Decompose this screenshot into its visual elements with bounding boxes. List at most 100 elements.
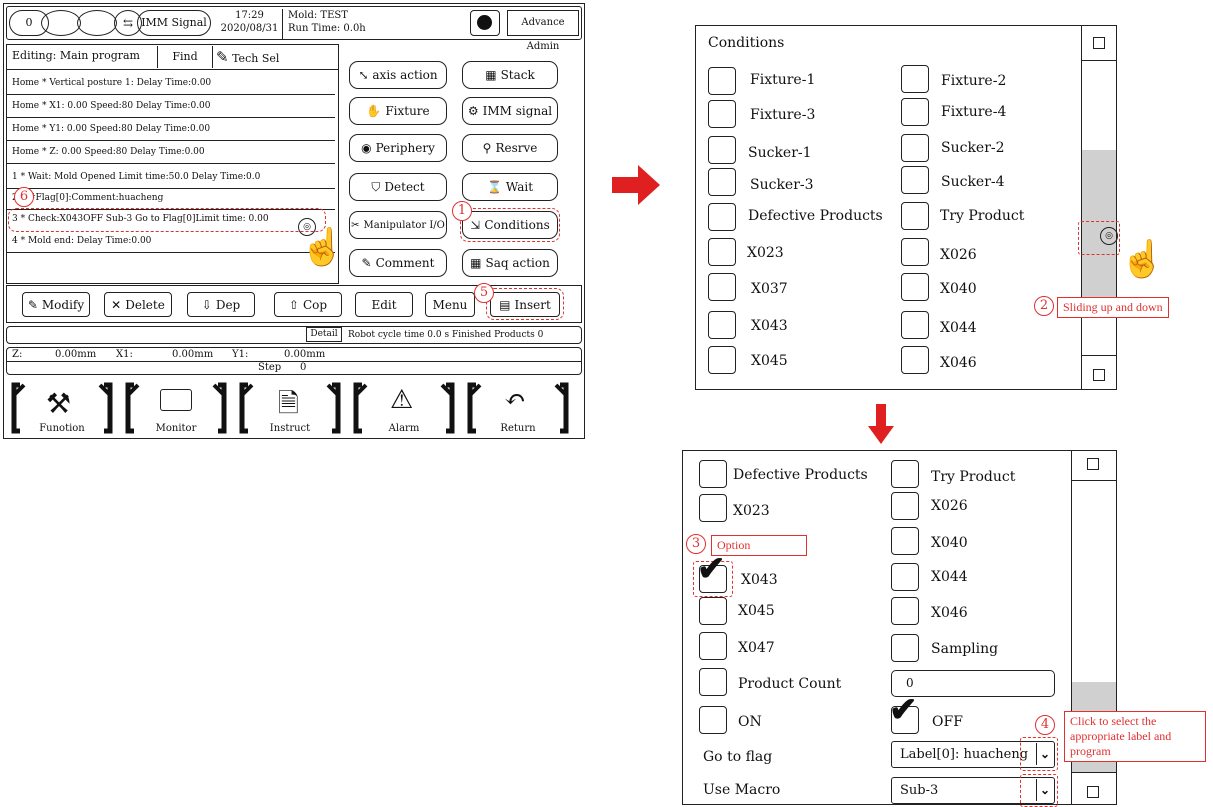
program-row[interactable]: Home * Z: 0.00 Speed:80 Delay Time:0.00 xyxy=(6,141,335,164)
alarm-button[interactable]: ⚠ Alarm xyxy=(352,381,456,436)
checkbox-label: X040 xyxy=(931,535,968,551)
delete-label: Delete xyxy=(125,297,165,312)
go-to-flag-label: Go to flag xyxy=(703,749,773,765)
manipulator-io-label: Manipulator I/O xyxy=(363,219,445,231)
checkbox[interactable] xyxy=(891,597,919,625)
imm-signal-button[interactable]: IMM Signal xyxy=(137,10,211,36)
checkbox[interactable] xyxy=(891,634,919,662)
checkbox[interactable] xyxy=(891,527,919,555)
record-button[interactable] xyxy=(470,10,500,36)
detect-button[interactable]: ⛉ Detect xyxy=(349,173,447,201)
wait-label: Wait xyxy=(505,180,534,194)
return-button[interactable]: ↶ Return xyxy=(466,381,570,436)
delete-button[interactable]: ✕ Delete xyxy=(104,292,172,317)
checkbox-label: Fixture-4 xyxy=(941,104,1007,120)
checkbox[interactable] xyxy=(708,346,736,374)
checkbox[interactable] xyxy=(699,460,727,488)
step-label: Step xyxy=(258,362,282,373)
program-row[interactable]: 2 * #Flag[0]:Comment:huacheng xyxy=(6,187,335,210)
checkbox[interactable] xyxy=(699,494,727,522)
detect-label: Detect xyxy=(384,180,425,194)
arrow-right-icon xyxy=(612,165,660,205)
detail-button[interactable]: Detail xyxy=(306,327,342,342)
checkbox[interactable] xyxy=(891,563,919,591)
checkbox[interactable] xyxy=(699,632,727,660)
checkbox[interactable] xyxy=(901,238,929,266)
pointing-hand-icon: ☝ xyxy=(1120,239,1165,280)
program-row[interactable]: Home * Vertical posture 1: Delay Time:0.… xyxy=(6,72,335,95)
scroll-down-button[interactable] xyxy=(1087,786,1099,798)
checkbox[interactable] xyxy=(891,460,919,488)
program-row[interactable]: Home * Y1: 0.00 Speed:80 Delay Time:0.00 xyxy=(6,118,335,141)
program-row[interactable]: 4 * Mold end: Delay Time:0.00 xyxy=(6,230,335,253)
checkbox-label: Sucker-1 xyxy=(748,145,812,161)
tech-sel-button[interactable]: ✎ Tech Sel xyxy=(216,46,328,68)
record-dot-icon xyxy=(477,15,492,30)
dep-button[interactable]: ⇩ Dep xyxy=(187,292,255,317)
checkbox[interactable] xyxy=(901,346,929,374)
conditions-title: Conditions xyxy=(708,35,785,51)
arrow-down-icon: ⇩ xyxy=(201,297,212,312)
note-icon: ✎ xyxy=(216,48,229,66)
step-6-marker: 6 xyxy=(14,187,34,207)
instruct-button[interactable]: 🗎 Instruct xyxy=(238,381,342,436)
y1-value: 0.00mm xyxy=(284,349,326,360)
checkbox[interactable] xyxy=(901,311,929,339)
manipulator-io-button[interactable]: ✂ Manipulator I/O xyxy=(349,211,447,239)
monitor-button[interactable]: Monitor xyxy=(124,381,228,436)
checkbox[interactable] xyxy=(699,597,727,625)
checkbox[interactable] xyxy=(901,134,929,162)
select-annotation: Click to select the appropriate label an… xyxy=(1064,711,1206,762)
axis-action-button[interactable]: ⤡ axis action xyxy=(349,61,447,89)
comment-button[interactable]: ✎ Comment xyxy=(349,249,447,277)
checkbox[interactable] xyxy=(708,136,736,164)
checkbox[interactable] xyxy=(901,273,929,301)
checkbox[interactable] xyxy=(708,67,736,95)
step-1-marker: 1 xyxy=(452,201,472,221)
checkbox[interactable] xyxy=(891,492,919,520)
checkbox[interactable] xyxy=(708,238,736,266)
periphery-button[interactable]: ◉ Periphery xyxy=(349,134,447,162)
fixture-button[interactable]: ✋ Fixture xyxy=(349,97,447,125)
insert-highlight xyxy=(486,288,564,320)
checkbox[interactable] xyxy=(901,98,929,126)
checkbox[interactable] xyxy=(708,311,736,339)
reserve-button[interactable]: ⚲ Resrve xyxy=(462,134,558,162)
edit-button[interactable]: Edit xyxy=(355,292,413,317)
scroll-down-button[interactable] xyxy=(1093,369,1105,381)
periphery-icon: ◉ xyxy=(361,141,372,155)
checkbox[interactable] xyxy=(901,65,929,93)
checkbox[interactable] xyxy=(708,273,736,301)
status-circle-2 xyxy=(77,10,117,36)
stack-button[interactable]: ▦ Stack xyxy=(462,61,558,89)
modify-label: Modify xyxy=(41,297,85,312)
modify-button[interactable]: ✎ Modify xyxy=(22,292,90,317)
find-button[interactable]: Find xyxy=(157,46,213,68)
z-label: Z: xyxy=(12,349,23,360)
checkbox[interactable] xyxy=(708,203,736,231)
function-button[interactable]: ⚒ Funotion xyxy=(10,381,114,436)
check-icon: ✔ xyxy=(889,690,918,730)
menu-button[interactable]: Menu xyxy=(425,292,475,317)
user-badge[interactable]: Advance Admin xyxy=(507,10,579,52)
cop-button[interactable]: ⇧ Cop xyxy=(274,292,342,317)
checkbox-label: Sucker-4 xyxy=(941,174,1005,190)
imm-signal-cmd-button[interactable]: ⚙ IMM signal xyxy=(462,97,558,125)
comment-label: Comment xyxy=(375,256,435,270)
program-row[interactable]: Home * X1: 0.00 Speed:80 Delay Time:0.00 xyxy=(6,95,335,118)
alarm-label: Alarm xyxy=(388,423,420,434)
scroll-up-button[interactable] xyxy=(1087,458,1099,470)
checkbox[interactable] xyxy=(901,166,929,194)
checkbox[interactable] xyxy=(901,202,929,230)
checkbox[interactable] xyxy=(708,168,736,196)
edit-icon: ✎ xyxy=(27,297,38,312)
saq-action-button[interactable]: ▦ Saq action xyxy=(462,249,558,277)
checkbox[interactable] xyxy=(699,668,727,696)
scroll-up-button[interactable] xyxy=(1093,37,1105,49)
checkbox[interactable] xyxy=(708,100,736,128)
checkbox[interactable] xyxy=(699,706,727,734)
wait-button[interactable]: ⌛ Wait xyxy=(462,173,558,201)
x1-value: 0.00mm xyxy=(172,349,214,360)
program-row[interactable]: 1 * Wait: Mold Opened Limit time:50.0 De… xyxy=(6,166,335,189)
y1-label: Y1: xyxy=(232,349,249,360)
